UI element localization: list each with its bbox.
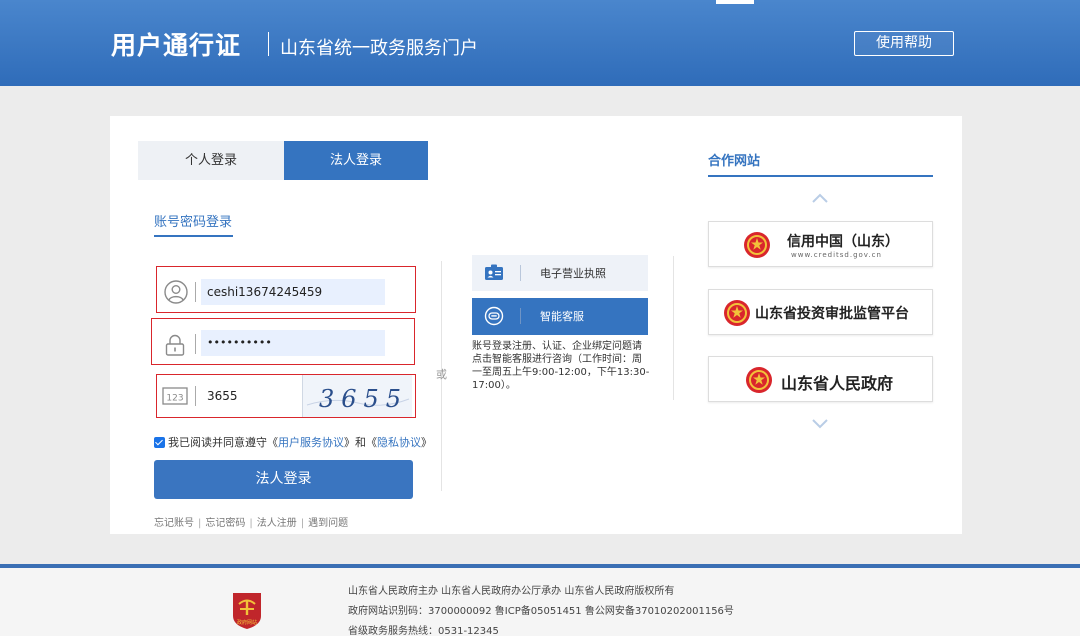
chat-icon [484,306,504,326]
agreement-checkbox[interactable] [154,436,165,448]
partner-credit-china[interactable]: 信用中国（山东） www.creditsd.gov.cn [708,221,933,267]
partner-investment-platform[interactable]: 山东省投资审批监管平台 [708,289,933,335]
user-icon [164,280,188,304]
code-123-icon: 123 [162,387,188,405]
password-input[interactable]: •••••••••• [201,330,385,356]
logo-text: 政府网站 [237,619,257,626]
footer-hotline: 省级政务服务热线：0531-12345 [348,626,499,636]
login-panel: 个人登录 法人登录 账号密码登录 ceshi13674245459 ••••••… [110,116,962,534]
bracket-close-2: 》 [421,436,432,449]
chevron-up-icon[interactable] [811,192,829,204]
chevron-down-icon[interactable] [811,418,829,430]
link-divider: | [300,518,305,529]
license-label: 电子营业执照 [540,267,606,280]
footer-icp: 政府网站识别码：3700000092 鲁ICP备05051451 鲁公网安备37… [348,606,734,617]
partner-name: 山东省人民政府 [781,374,894,393]
brand-separator [268,32,269,56]
privacy-agreement-link[interactable]: 隐私协议 [377,434,421,450]
captcha-text: 3655 [319,385,408,413]
username-separator [195,282,196,302]
partner-name: 山东省投资审批监管平台 [755,306,909,322]
help-button[interactable]: 使用帮助 [854,31,954,56]
partner-title-underline [708,175,933,177]
license-separator [520,265,521,281]
agreement-and: 和 [355,436,366,449]
national-emblem-icon [724,300,750,326]
username-input[interactable]: ceshi13674245459 [201,279,385,305]
legal-register-link[interactable]: 法人注册 [257,518,297,529]
header-notch [716,0,754,4]
tab-legal-login[interactable]: 法人登录 [284,141,428,180]
license-icon [485,264,503,280]
smart-service-login[interactable]: 智能客服 [472,298,648,335]
password-separator [195,334,196,354]
partner-provincial-government[interactable]: 山东省人民政府 [708,356,933,402]
link-divider: | [249,518,253,529]
svg-text:123: 123 [166,394,183,404]
code-separator [195,386,196,406]
or-label: 或 [436,368,447,381]
captcha-image[interactable]: 3655 [302,375,412,417]
verification-code-input[interactable]: 3655 [201,383,291,409]
user-agreement-link[interactable]: 用户服务协议 [278,434,344,450]
service-description: 账号登录注册、认证、企业绑定问题请点击智能客服进行咨询（工作时间：周一至周五上午… [472,341,650,391]
partner-name: 信用中国（山东） [787,234,899,250]
brand-subtitle: 山东省统一政务服务门户 [280,38,478,59]
bracket-open-2: 《 [366,436,377,449]
partner-url: www.creditsd.gov.cn [791,251,882,259]
service-label: 智能客服 [540,310,584,323]
business-license-login[interactable]: 电子营业执照 [472,255,648,291]
agreement-row: 我已阅读并同意遵守 《 用户服务协议 》 和 《 隐私协议 》 [154,434,432,450]
tab-personal-login[interactable]: 个人登录 [138,141,284,180]
partner-sites-title: 合作网站 [708,154,761,169]
bracket-open-1: 《 [267,436,278,449]
login-mode-underline [154,235,233,237]
lock-icon [165,334,185,356]
captcha-graphic: 3655 [306,385,410,413]
national-emblem-icon [746,367,772,393]
login-mode-tab[interactable]: 账号密码登录 [154,211,232,230]
service-separator [520,308,521,324]
bracket-close-1: 》 [344,436,355,449]
legal-login-button[interactable]: 法人登录 [154,460,413,499]
forgot-password-link[interactable]: 忘记密码 [205,518,245,529]
right-divider [673,256,674,400]
brand-title: 用户通行证 [111,31,242,60]
bottom-links: 忘记账号 | 忘记密码 | 法人注册 | 遇到问题 [154,514,348,529]
header: 用户通行证 山东省统一政务服务门户 使用帮助 [0,0,1080,86]
forgot-account-link[interactable]: 忘记账号 [154,518,194,529]
footer: 政府网站 山东省人民政府主办 山东省人民政府办公厅承办 山东省人民政府版权所有 … [0,564,1080,636]
footer-organizer: 山东省人民政府主办 山东省人民政府办公厅承办 山东省人民政府版权所有 [348,586,675,597]
link-divider: | [198,518,202,529]
gov-website-logo: 政府网站 [233,593,261,629]
help-problem-link[interactable]: 遇到问题 [308,518,348,529]
agreement-text: 我已阅读并同意遵守 [168,436,267,449]
national-emblem-icon [744,232,770,258]
